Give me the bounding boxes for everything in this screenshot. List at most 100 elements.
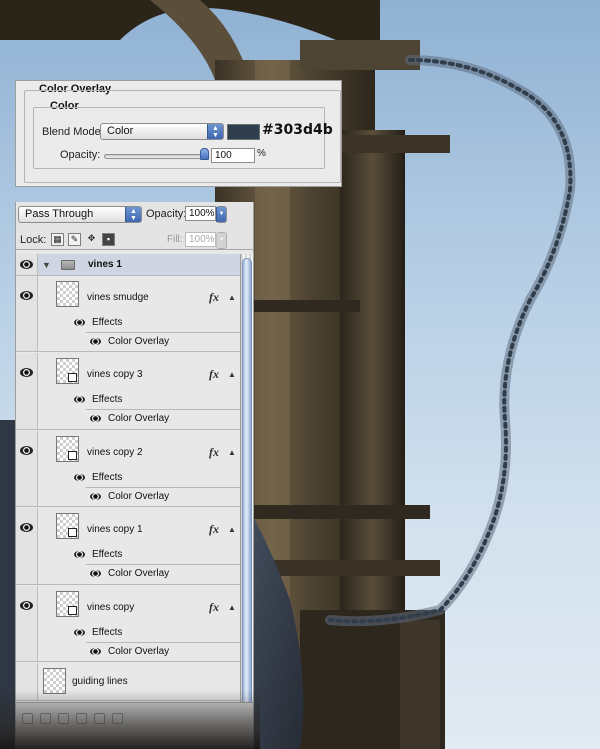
visibility-toggle[interactable]: [16, 353, 38, 429]
visibility-toggle[interactable]: [16, 431, 38, 506]
layer-thumbnail: [56, 281, 79, 307]
layer-thumbnail: [56, 591, 79, 617]
chevron-up-icon[interactable]: ▲: [228, 293, 236, 302]
layer-blend-mode-select[interactable]: Pass Through ▲ ▼: [18, 206, 142, 223]
lock-all-icon[interactable]: ▪: [102, 233, 115, 246]
effects-label: Effects: [92, 627, 123, 638]
effects-row[interactable]: Effects: [38, 623, 240, 642]
fx-icon[interactable]: fx: [209, 445, 219, 460]
fill-input[interactable]: 100%: [185, 232, 216, 247]
effects-label: Effects: [92, 394, 123, 405]
chevron-up-icon[interactable]: ▲: [228, 525, 236, 534]
disclosure-triangle-icon[interactable]: ▼: [42, 260, 51, 270]
layer-thumbnail: [56, 436, 79, 462]
eye-icon: [90, 493, 101, 500]
folder-icon: [61, 260, 75, 270]
fx-icon[interactable]: fx: [209, 600, 219, 615]
color-hex-value: #303d4b: [262, 122, 333, 138]
chevron-down-icon: ▼: [216, 207, 226, 222]
select-arrows-icon: ▲ ▼: [207, 124, 223, 139]
layer-thumbnail: [56, 513, 79, 539]
eye-icon: [20, 291, 33, 300]
visibility-toggle[interactable]: [16, 586, 38, 661]
fx-icon[interactable]: fx: [209, 522, 219, 537]
opacity-slider-thumb[interactable]: [200, 148, 209, 160]
eye-icon: [90, 415, 101, 422]
eye-icon: [20, 446, 33, 455]
layer-thumbnail: [56, 358, 79, 384]
effects-row[interactable]: Effects: [38, 545, 240, 564]
lock-label: Lock:: [20, 234, 47, 246]
color-overlay-effect-label: Color Overlay: [108, 646, 170, 657]
eye-icon: [74, 319, 85, 326]
lock-brush-icon[interactable]: ✎: [68, 233, 81, 246]
eye-icon: [20, 368, 33, 377]
fill-dropdown[interactable]: ▼: [216, 232, 227, 249]
eye-icon: [90, 338, 101, 345]
smart-object-icon: [68, 528, 77, 537]
eye-icon: [74, 396, 85, 403]
layer-name: vines copy 3: [87, 369, 143, 380]
effects-row[interactable]: Effects: [38, 468, 240, 487]
color-overlay-effect-label: Color Overlay: [108, 336, 170, 347]
layer-name: guiding lines: [72, 676, 128, 687]
smart-object-icon: [68, 373, 77, 382]
eye-icon: [74, 551, 85, 558]
layer-blend-mode-value: Pass Through: [25, 208, 94, 220]
visibility-toggle[interactable]: [16, 276, 38, 351]
layer-row[interactable]: vines copy 3 fx ▲ Effects Color Overlay: [16, 353, 240, 430]
chevron-up-icon[interactable]: ▲: [228, 448, 236, 457]
color-overlay-effect-row[interactable]: Color Overlay: [86, 487, 240, 506]
fx-icon[interactable]: fx: [209, 290, 219, 305]
layer-row[interactable]: vines smudge fx ▲ Effects Color Overlay: [16, 276, 240, 352]
effects-row[interactable]: Effects: [38, 390, 240, 409]
color-overlay-effect-row[interactable]: Color Overlay: [86, 642, 240, 661]
layer-opacity-input[interactable]: 100%: [185, 206, 216, 221]
eye-icon: [20, 260, 33, 269]
chevron-up-icon[interactable]: ▲: [228, 603, 236, 612]
opacity-label: Opacity:: [60, 149, 101, 161]
layer-opacity-label: Opacity:: [146, 208, 187, 220]
smart-object-icon: [68, 606, 77, 615]
layers-scrollbar[interactable]: [240, 254, 253, 734]
eye-icon: [90, 648, 101, 655]
group-name: vines 1: [88, 259, 122, 270]
chevron-down-icon: ▼: [216, 233, 226, 248]
color-overlay-effect-row[interactable]: Color Overlay: [86, 564, 240, 583]
layer-row[interactable]: vines copy 1 fx ▲ Effects Color Overlay: [16, 508, 240, 585]
color-overlay-effect-label: Color Overlay: [108, 491, 170, 502]
layer-name: vines copy 1: [87, 524, 143, 535]
opacity-input[interactable]: 100: [211, 148, 255, 163]
color-overlay-effect-row[interactable]: Color Overlay: [86, 409, 240, 428]
lock-move-icon[interactable]: ✥: [85, 233, 98, 246]
layer-opacity-dropdown[interactable]: ▼: [216, 206, 227, 223]
layer-name: vines copy 2: [87, 447, 143, 458]
fx-icon[interactable]: fx: [209, 367, 219, 382]
chevron-up-icon[interactable]: ▲: [228, 370, 236, 379]
layer-group-row[interactable]: ▼ vines 1: [16, 254, 240, 276]
blend-mode-select[interactable]: Color ▲ ▼: [100, 123, 224, 140]
select-arrows-icon: ▲ ▼: [125, 207, 141, 222]
blend-mode-value: Color: [107, 125, 134, 137]
color-overlay-effect-label: Color Overlay: [108, 568, 170, 579]
effects-label: Effects: [92, 549, 123, 560]
effects-row[interactable]: Effects: [38, 313, 240, 332]
effects-label: Effects: [92, 472, 123, 483]
layer-row[interactable]: vines copy 2 fx ▲ Effects Color Overlay: [16, 431, 240, 507]
visibility-toggle[interactable]: [16, 254, 38, 275]
scrollbar-thumb[interactable]: [242, 258, 252, 718]
layer-name: vines copy: [87, 602, 135, 613]
opacity-unit: %: [257, 148, 266, 159]
color-overlay-effect-label: Color Overlay: [108, 413, 170, 424]
color-swatch[interactable]: [227, 124, 260, 140]
color-overlay-effect-row[interactable]: Color Overlay: [86, 332, 240, 351]
eye-icon: [74, 629, 85, 636]
lock-transparency-icon[interactable]: ▦: [51, 233, 64, 246]
visibility-toggle[interactable]: [16, 508, 38, 584]
color-overlay-dialog: Color Overlay Color Blend Mode: Color ▲ ▼…: [15, 80, 342, 187]
layers-panel: Pass Through ▲ ▼ Opacity: 100% ▼ Lock: ▦ …: [15, 202, 254, 749]
opacity-slider[interactable]: [104, 154, 206, 159]
smart-object-icon: [68, 451, 77, 460]
layer-row[interactable]: vines copy fx ▲ Effects Color Overlay: [16, 586, 240, 662]
bottom-fade-overlay: [0, 690, 260, 749]
